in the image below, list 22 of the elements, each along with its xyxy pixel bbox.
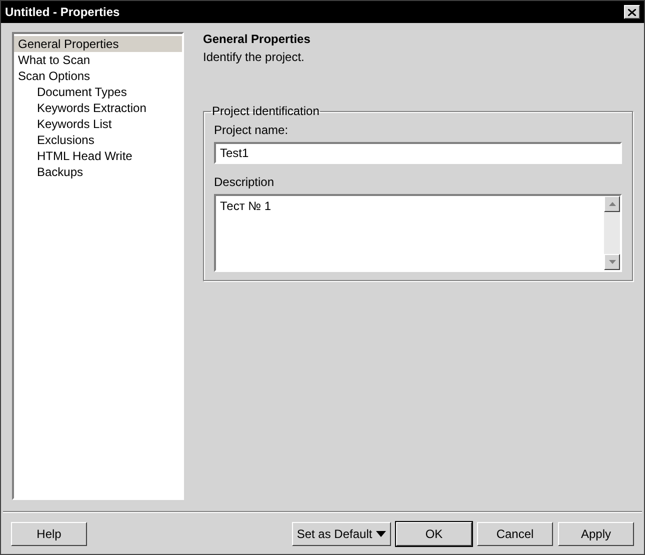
- page-subtitle: Identify the project.: [203, 49, 306, 65]
- field-label: Description: [214, 174, 276, 190]
- dialog-button[interactable]: Cancel: [477, 522, 553, 546]
- scroll-down-button[interactable]: [604, 254, 620, 270]
- up-arrow-icon: [608, 202, 616, 206]
- project-name-field[interactable]: Test1: [214, 142, 622, 164]
- scrollbar[interactable]: [604, 196, 620, 270]
- dropdown-button[interactable]: Set as Default: [292, 522, 391, 546]
- page-title: General Properties: [203, 31, 312, 47]
- scroll-up-button[interactable]: [604, 196, 620, 212]
- down-arrow-icon: [608, 260, 616, 264]
- group-title: Project identification: [211, 103, 320, 120]
- dialog-button[interactable]: Apply: [558, 522, 634, 546]
- close-button[interactable]: [624, 5, 640, 19]
- dialog-button[interactable]: Help: [11, 522, 87, 546]
- field-label: Project name:: [214, 122, 290, 138]
- dialog-button[interactable]: OK: [396, 522, 472, 546]
- description-field[interactable]: Тест № 1: [214, 194, 622, 272]
- window-title: Untitled - Properties: [5, 4, 120, 21]
- caret-icon: [376, 530, 386, 536]
- tree-item[interactable]: General Properties: [14, 36, 182, 52]
- close-icon: [628, 8, 636, 16]
